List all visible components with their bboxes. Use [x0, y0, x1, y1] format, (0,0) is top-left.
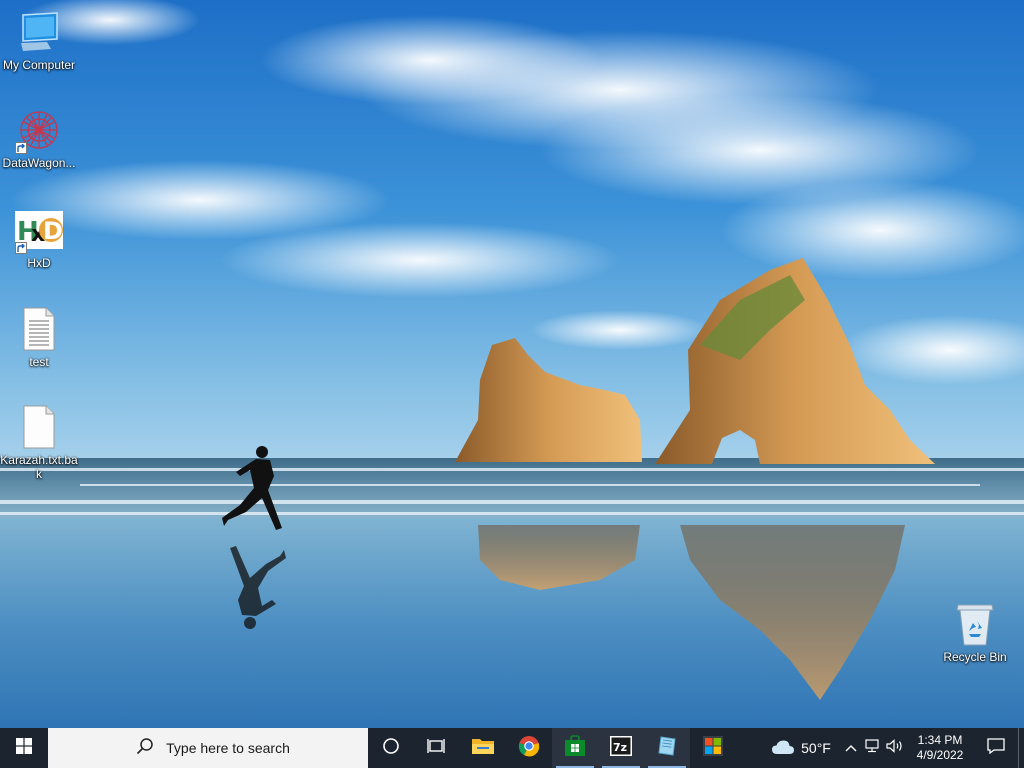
svg-text:D: D	[43, 217, 63, 245]
desktop-icon-my-computer[interactable]: My Computer	[0, 8, 78, 72]
clock-date: 4/9/2022	[916, 748, 964, 762]
desktop-icon-datawagon[interactable]: DataWagon...	[0, 106, 78, 170]
store-button[interactable]	[552, 728, 598, 768]
svg-text:7z: 7z	[613, 741, 627, 754]
shortcut-arrow-icon	[15, 242, 27, 254]
desktop-icon-label: test	[29, 355, 49, 369]
desktop-wallpaper	[0, 0, 1024, 728]
microsoft-app-button[interactable]	[690, 728, 736, 768]
show-desktop-button[interactable]	[1018, 728, 1024, 768]
taskbar-clock[interactable]: 1:34 PM 4/9/2022	[906, 728, 974, 768]
desktop-icon-hxd[interactable]: H x D HxD	[0, 206, 78, 270]
start-button[interactable]	[0, 728, 48, 768]
chevron-up-icon	[845, 739, 857, 757]
search-icon	[136, 737, 154, 760]
notification-icon	[987, 737, 1005, 759]
weather-temp: 50°F	[801, 740, 831, 756]
notepad-icon	[656, 735, 678, 762]
task-view-icon	[427, 737, 447, 760]
store-icon	[564, 734, 586, 762]
action-center-button[interactable]	[974, 728, 1018, 768]
desktop-icon-karazah[interactable]: Karazah.txt.bak	[0, 403, 78, 481]
desktop-icon-label: My Computer	[2, 58, 76, 72]
monitor-icon	[15, 8, 63, 56]
taskbar: Type here to search 7z 50°F 1:34 PM 4/9/…	[0, 728, 1024, 768]
microsoft-logo-icon	[703, 735, 723, 761]
notepad-button[interactable]	[644, 728, 690, 768]
desktop-icon-recycle-bin[interactable]: Recycle Bin	[936, 600, 1014, 664]
volume-button[interactable]	[884, 728, 906, 768]
desktop-icon-label: Karazah.txt.bak	[0, 453, 78, 481]
search-placeholder: Type here to search	[166, 740, 290, 756]
recycle-bin-icon	[951, 600, 999, 648]
hxd-icon: H x D	[15, 206, 63, 254]
7zip-icon: 7z	[610, 735, 632, 761]
desktop-icon-label: Recycle Bin	[943, 650, 1007, 664]
blank-document-icon	[15, 403, 63, 451]
chrome-button[interactable]	[506, 728, 552, 768]
datawagon-icon	[15, 106, 63, 154]
weather-widget[interactable]: 50°F	[762, 728, 840, 768]
desktop-icon-label: DataWagon...	[2, 156, 76, 170]
7zip-button[interactable]: 7z	[598, 728, 644, 768]
network-button[interactable]	[862, 728, 884, 768]
windows-logo-icon	[16, 737, 32, 759]
clock-time: 1:34 PM	[917, 733, 963, 747]
folder-icon	[471, 736, 495, 761]
shortcut-arrow-icon	[15, 142, 27, 154]
file-explorer-button[interactable]	[460, 728, 506, 768]
desktop-icon-test[interactable]: test	[0, 305, 78, 369]
circle-icon	[382, 737, 400, 760]
network-icon	[865, 738, 881, 758]
taskbar-spacer	[736, 728, 762, 768]
cloud-icon	[771, 739, 795, 758]
chrome-icon	[518, 735, 540, 762]
show-hidden-icons-button[interactable]	[840, 728, 862, 768]
desktop-icon-label: HxD	[27, 256, 51, 270]
speaker-icon	[886, 738, 904, 758]
task-view-button[interactable]	[414, 728, 460, 768]
text-document-icon	[15, 305, 63, 353]
taskbar-search-box[interactable]: Type here to search	[48, 728, 368, 768]
cortana-button[interactable]	[368, 728, 414, 768]
